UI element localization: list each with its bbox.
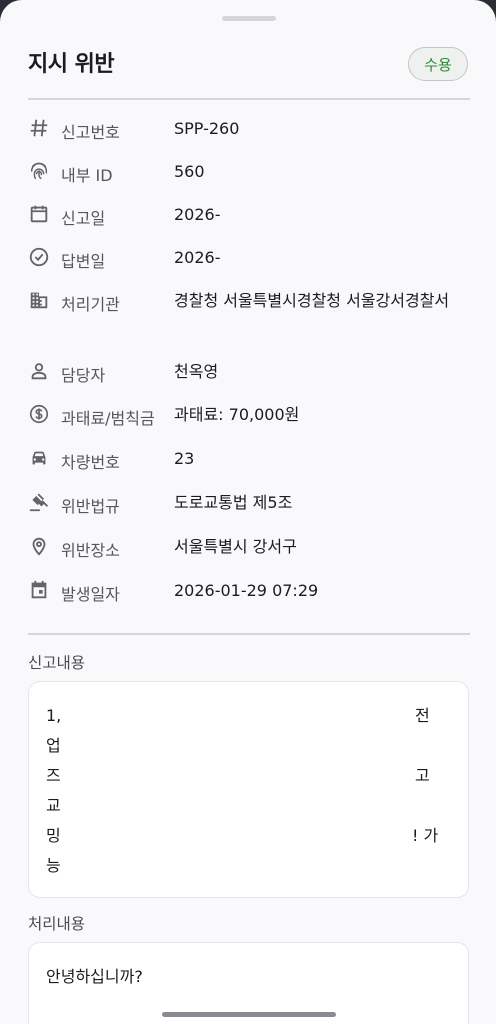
response-section-title: 처리내용 <box>28 915 86 933</box>
detail-label: 과태료/범칙금 <box>61 409 155 428</box>
header-divider <box>28 98 470 100</box>
report-line: 능 <box>46 856 61 875</box>
detail-row-law: 위반법규 도로교통법 제5조 <box>28 489 468 519</box>
detail-value: 2026- <box>174 205 221 224</box>
detail-label: 신고일 <box>61 209 106 228</box>
detail-row-location: 위반장소 서울특별시 강서구 <box>28 533 468 563</box>
detail-row-agency: 처리기관 경찰청 서울특별시경찰청 서울강서경찰서 <box>28 287 468 345</box>
detail-row-report-date: 신고일 2026- <box>28 201 468 231</box>
detail-row-occurred: 발생일자 2026-01-29 07:29 <box>28 577 468 607</box>
detail-label: 위반법규 <box>61 497 120 516</box>
report-right-fragments: 전 고 ! 가 <box>412 701 455 851</box>
detail-value: 과태료: 70,000원 <box>174 405 300 424</box>
report-line: 업 <box>46 736 61 755</box>
home-indicator[interactable] <box>162 1012 336 1017</box>
detail-value: 경찰청 서울특별시경찰청 서울강서경찰서 <box>174 291 450 310</box>
detail-value: SPP-260 <box>174 119 240 138</box>
detail-row-report-number: 신고번호 SPP-260 <box>28 115 468 145</box>
event-calendar-icon <box>28 579 50 601</box>
detail-label: 차량번호 <box>61 453 120 472</box>
detail-value: 560 <box>174 162 205 181</box>
location-pin-icon <box>28 535 50 557</box>
building-icon <box>28 289 50 311</box>
detail-value: 23 <box>174 449 195 468</box>
report-line: 밍 <box>46 826 61 845</box>
detail-value: 2026- <box>174 248 221 267</box>
detail-label: 답변일 <box>61 252 106 271</box>
drag-handle[interactable] <box>222 16 276 21</box>
detail-value: 도로교통법 제5조 <box>174 493 293 512</box>
hash-icon <box>28 117 50 139</box>
report-line: 즈 <box>46 766 61 785</box>
detail-label: 위반장소 <box>61 541 120 560</box>
car-icon <box>28 447 50 469</box>
detail-row-fine: 과태료/범칙금 과태료: 70,000원 <box>28 401 468 431</box>
detail-value: 2026-01-29 07:29 <box>174 581 319 600</box>
status-chip[interactable]: 수용 <box>408 47 468 81</box>
report-line: 1, <box>46 706 62 725</box>
detail-label: 내부 ID <box>61 166 113 185</box>
detail-label: 발생일자 <box>61 585 120 604</box>
sheet-title: 지시 위반 <box>28 52 115 77</box>
gavel-icon <box>28 491 50 513</box>
detail-row-internal-id: 내부 ID 560 <box>28 158 468 188</box>
dollar-circle-icon <box>28 403 50 425</box>
person-icon <box>28 360 50 382</box>
detail-value: 서울특별시 강서구 <box>174 537 297 556</box>
report-section-title: 신고내용 <box>28 654 86 672</box>
report-content-card: 1, 업 즈 교 밍 능 전 고 ! 가 <box>28 681 469 898</box>
bottom-sheet: 지시 위반 수용 신고번호 SPP-260 내부 ID 560 신고일 2026… <box>0 0 496 1024</box>
calendar-icon <box>28 203 50 225</box>
detail-row-vehicle: 차량번호 23 <box>28 445 468 475</box>
detail-label: 처리기관 <box>61 295 120 314</box>
detail-label: 담당자 <box>61 366 106 385</box>
details-divider <box>28 633 470 635</box>
detail-label: 신고번호 <box>61 123 120 142</box>
report-fragment: 고 <box>415 766 430 785</box>
detail-row-officer: 담당자 천옥영 <box>28 358 468 388</box>
check-circle-icon <box>28 246 50 268</box>
report-line: 교 <box>46 796 61 815</box>
report-fragment: ! 가 <box>412 826 439 845</box>
detail-row-answer-date: 답변일 2026- <box>28 244 468 274</box>
detail-value: 천옥영 <box>174 362 219 381</box>
report-content-text: 1, 업 즈 교 밍 능 <box>46 701 451 881</box>
response-content-text: 안녕하십니까? <box>46 967 143 986</box>
fingerprint-icon <box>28 160 50 182</box>
report-fragment: 전 <box>415 706 430 725</box>
